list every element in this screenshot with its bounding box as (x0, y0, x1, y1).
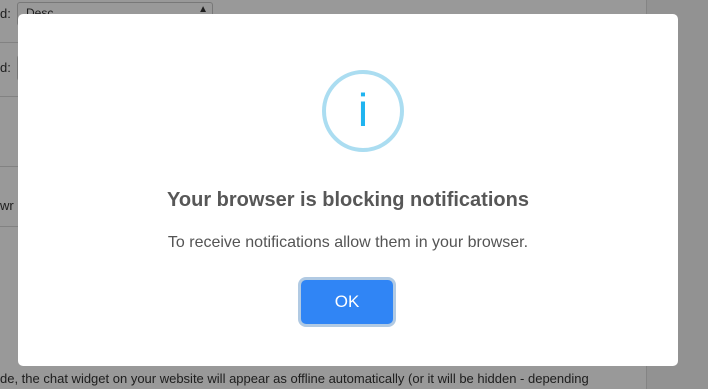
ok-button[interactable]: OK (301, 280, 393, 324)
dialog-message: To receive notifications allow them in y… (167, 234, 529, 251)
info-glyph: i (357, 84, 369, 136)
dialog-title: Your browser is blocking notifications (167, 189, 529, 211)
info-icon: i (322, 70, 404, 152)
notification-dialog: i Your browser is blocking notifications… (18, 14, 678, 366)
